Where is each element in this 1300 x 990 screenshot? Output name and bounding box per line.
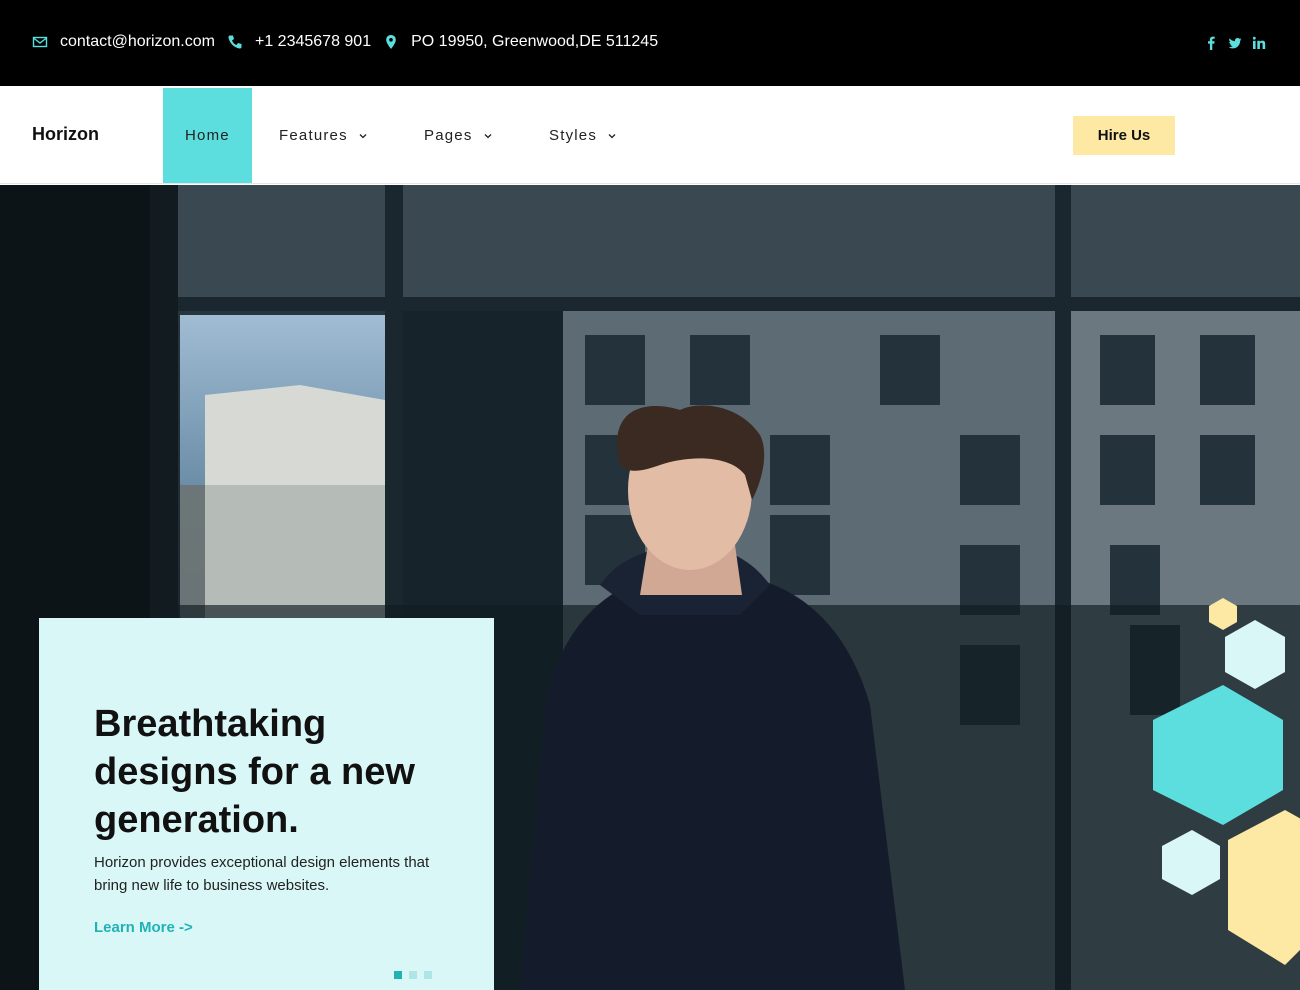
nav-item-label: Pages [424, 127, 473, 144]
slider-dot-3[interactable] [424, 971, 432, 979]
social-links [1204, 36, 1266, 50]
nav-item-label: Home [185, 127, 230, 144]
nav-item-styles[interactable]: Styles [549, 88, 617, 183]
top-bar: contact@horizon.com +1 2345678 901 PO 19… [0, 0, 1300, 86]
facebook-icon[interactable] [1204, 36, 1218, 50]
chevron-down-icon [607, 131, 617, 141]
linkedin-icon[interactable] [1252, 36, 1266, 50]
envelope-icon [32, 34, 48, 50]
hexagon-decoration [1153, 598, 1300, 965]
slider-dots [394, 971, 432, 979]
phone-icon [227, 34, 243, 50]
learn-more-link[interactable]: Learn More -> [94, 919, 193, 936]
contact-email[interactable]: contact@horizon.com [60, 33, 215, 51]
hero-section: Breathtaking designs for a new generatio… [0, 185, 1300, 990]
slider-dot-2[interactable] [409, 971, 417, 979]
main-navbar: Horizon Home Features Pages Styles Hire … [0, 88, 1300, 184]
chevron-down-icon [483, 131, 493, 141]
contact-info: contact@horizon.com +1 2345678 901 PO 19… [32, 33, 670, 51]
nav-item-home[interactable]: Home [163, 88, 252, 183]
hero-description: Horizon provides exceptional design elem… [94, 854, 430, 894]
chevron-down-icon [358, 131, 368, 141]
nav-item-pages[interactable]: Pages [424, 88, 493, 183]
site-logo[interactable]: Horizon [32, 124, 99, 145]
slider-dot-1[interactable] [394, 971, 402, 979]
hero-card: Breathtaking designs for a new generatio… [39, 618, 494, 990]
map-marker-icon [383, 34, 399, 50]
nav-item-label: Styles [549, 127, 598, 144]
hire-us-button[interactable]: Hire Us [1073, 116, 1175, 155]
contact-address: PO 19950, Greenwood,DE 511245 [411, 33, 659, 50]
contact-phone[interactable]: +1 2345678 901 [255, 33, 371, 51]
hero-title: Breathtaking designs for a new generatio… [94, 703, 415, 841]
twitter-icon[interactable] [1228, 36, 1242, 50]
nav-item-label: Features [279, 127, 348, 144]
nav-item-features[interactable]: Features [279, 88, 368, 183]
